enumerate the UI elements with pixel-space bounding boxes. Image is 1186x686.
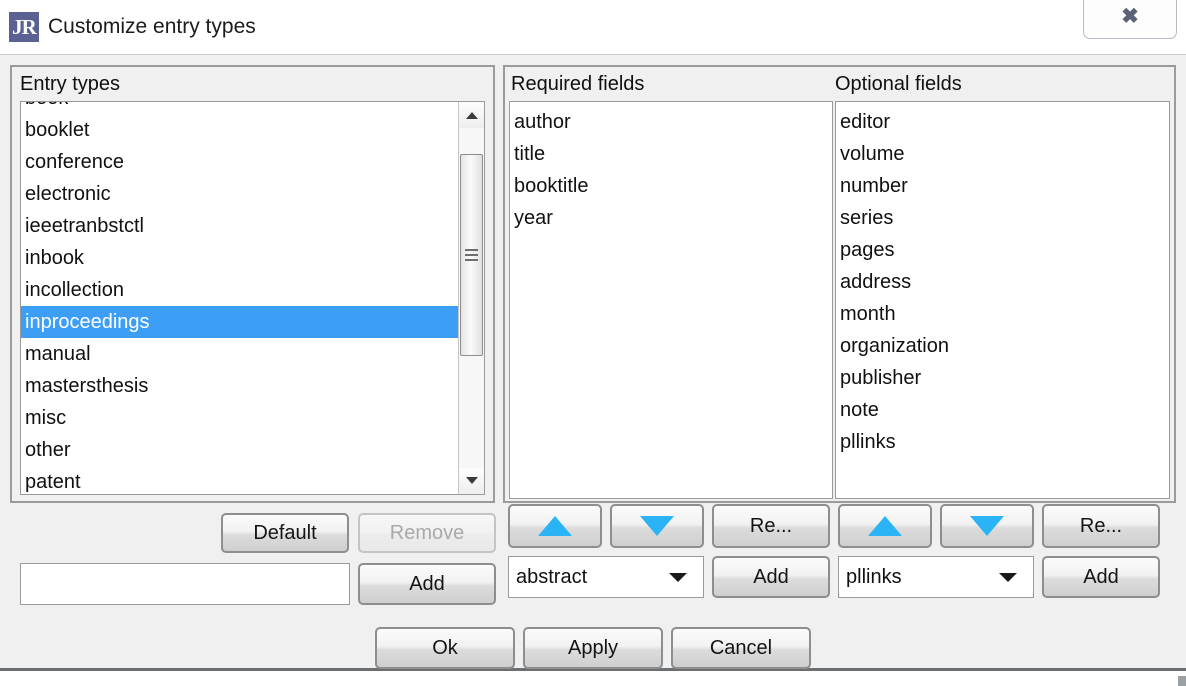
entry-types-title: Entry types bbox=[20, 73, 121, 95]
optional-field-selector-value: pllinks bbox=[846, 566, 902, 588]
optional-field-list-item[interactable]: publisher bbox=[836, 362, 1169, 394]
scrollbar-thumb[interactable] bbox=[460, 154, 483, 356]
optional-field-list-item[interactable]: month bbox=[836, 298, 1169, 330]
entry-type-list-item[interactable]: book bbox=[21, 102, 458, 114]
ok-button[interactable]: Ok bbox=[375, 627, 515, 669]
required-field-list-item[interactable]: author bbox=[510, 106, 832, 138]
entry-type-list-item[interactable]: ieeetranbstctl bbox=[21, 210, 458, 242]
required-field-list-item[interactable]: year bbox=[510, 202, 832, 234]
entry-type-list-item[interactable]: mastersthesis bbox=[21, 370, 458, 402]
optional-field-list-item[interactable]: volume bbox=[836, 138, 1169, 170]
scroll-down-button[interactable] bbox=[459, 468, 484, 494]
arrow-down-icon bbox=[970, 516, 1004, 536]
entry-types-panel: Entry types bookbookletconferenceelectro… bbox=[10, 65, 495, 503]
optional-fields-list: editor volume number series pages address mont… bbox=[836, 106, 1169, 458]
window-title: Customize entry types bbox=[48, 15, 256, 38]
arrow-up-icon bbox=[538, 516, 572, 536]
title-bar: JR Customize entry types ✖ bbox=[0, 0, 1186, 55]
required-fields-listbox[interactable]: author title booktitle year bbox=[509, 101, 833, 499]
arrow-up-icon bbox=[868, 516, 902, 536]
entry-type-list-item[interactable]: booklet bbox=[21, 114, 458, 146]
app-logo-icon: JR bbox=[9, 12, 39, 42]
optional-field-list-item[interactable]: address bbox=[836, 266, 1169, 298]
grip-icon bbox=[465, 249, 478, 261]
optional-field-selector[interactable]: pllinks bbox=[838, 556, 1034, 598]
resize-grip[interactable] bbox=[1178, 676, 1186, 686]
optional-field-list-item[interactable]: editor bbox=[836, 106, 1169, 138]
optional-fields-title: Optional fields bbox=[835, 73, 962, 95]
customize-entry-types-dialog: JR Customize entry types ✖ Entry types b… bbox=[0, 0, 1186, 686]
optional-field-list-item[interactable]: pages bbox=[836, 234, 1169, 266]
entry-type-list-item[interactable]: electronic bbox=[21, 178, 458, 210]
required-fields-title: Required fields bbox=[511, 73, 645, 95]
new-entry-type-input[interactable] bbox=[20, 563, 350, 605]
close-button[interactable]: ✖ bbox=[1083, 0, 1177, 39]
arrow-down-icon bbox=[640, 516, 674, 536]
entry-types-list: bookbookletconferenceelectronicieeetranb… bbox=[21, 102, 458, 494]
apply-button[interactable]: Apply bbox=[523, 627, 663, 669]
dialog-content: Entry types bookbookletconferenceelectro… bbox=[0, 55, 1186, 671]
cancel-button[interactable]: Cancel bbox=[671, 627, 811, 669]
optional-field-list-item[interactable]: pllinks bbox=[836, 426, 1169, 458]
required-field-selector[interactable]: abstract bbox=[508, 556, 704, 598]
required-move-up-button[interactable] bbox=[508, 504, 602, 548]
entry-types-scrollbar[interactable] bbox=[458, 102, 484, 494]
entry-type-list-item[interactable]: conference bbox=[21, 146, 458, 178]
remove-entry-type-button[interactable]: Remove bbox=[358, 513, 496, 553]
optional-move-down-button[interactable] bbox=[940, 504, 1034, 548]
entry-type-list-item[interactable]: patent bbox=[21, 466, 458, 494]
chevron-down-icon bbox=[669, 573, 687, 582]
fields-panel: Required fields Optional fields author ti… bbox=[503, 65, 1176, 503]
optional-field-list-item[interactable]: note bbox=[836, 394, 1169, 426]
chevron-down-icon bbox=[999, 573, 1017, 582]
optional-field-list-item[interactable]: organization bbox=[836, 330, 1169, 362]
entry-type-list-item[interactable]: inproceedings bbox=[21, 306, 458, 338]
close-icon: ✖ bbox=[1121, 4, 1139, 28]
optional-field-list-item[interactable]: number bbox=[836, 170, 1169, 202]
entry-type-list-item[interactable]: misc bbox=[21, 402, 458, 434]
scroll-up-button[interactable] bbox=[459, 102, 484, 128]
optional-add-button[interactable]: Add bbox=[1042, 556, 1160, 598]
default-button[interactable]: Default bbox=[221, 513, 349, 553]
optional-remove-button[interactable]: Re... bbox=[1042, 504, 1160, 548]
chevron-down-icon bbox=[465, 477, 478, 484]
entry-type-list-item[interactable]: inbook bbox=[21, 242, 458, 274]
required-move-down-button[interactable] bbox=[610, 504, 704, 548]
entry-type-list-item[interactable]: incollection bbox=[21, 274, 458, 306]
required-add-button[interactable]: Add bbox=[712, 556, 830, 598]
optional-fields-listbox[interactable]: editor volume number series pages address mont… bbox=[835, 101, 1170, 499]
optional-field-list-item[interactable]: series bbox=[836, 202, 1169, 234]
entry-type-list-item[interactable]: other bbox=[21, 434, 458, 466]
required-field-list-item[interactable]: title bbox=[510, 138, 832, 170]
required-remove-button[interactable]: Re... bbox=[712, 504, 830, 548]
optional-move-up-button[interactable] bbox=[838, 504, 932, 548]
required-field-list-item[interactable]: booktitle bbox=[510, 170, 832, 202]
chevron-up-icon bbox=[465, 112, 478, 119]
entry-types-listbox[interactable]: bookbookletconferenceelectronicieeetranb… bbox=[20, 101, 485, 495]
required-fields-list: author title booktitle year bbox=[510, 106, 832, 234]
required-field-selector-value: abstract bbox=[516, 566, 588, 588]
entry-type-list-item[interactable]: manual bbox=[21, 338, 458, 370]
add-entry-type-button[interactable]: Add bbox=[358, 563, 496, 605]
